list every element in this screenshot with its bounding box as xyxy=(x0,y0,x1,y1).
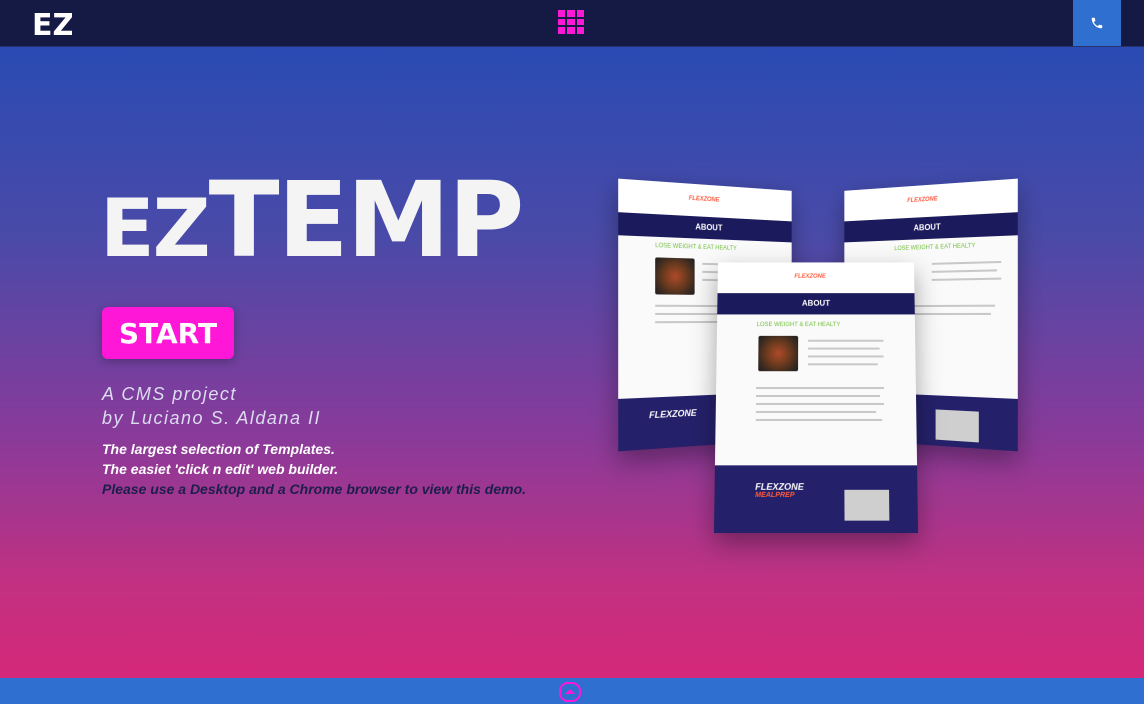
food-image xyxy=(655,257,695,295)
mockup-brand: FLEXZONE xyxy=(907,196,938,205)
tagline-line-2: by Luciano S. Aldana II xyxy=(102,408,321,428)
logo-text: EZ xyxy=(32,8,72,41)
mockup-footer-box xyxy=(844,489,890,521)
top-navbar: EZ xyxy=(0,0,1144,47)
hero-section: EZTEMP START A CMS project by Luciano S.… xyxy=(0,47,1144,678)
mockup-brand: FLEXZONE xyxy=(688,195,720,204)
mockup-headline: LOSE WEIGHT & EAT HEALTY xyxy=(655,242,737,252)
mockup-footer-box xyxy=(935,409,979,443)
mockup-footer-brand: FLEXZONE MEALPREP xyxy=(755,481,804,500)
tagline: A CMS project by Luciano S. Aldana II xyxy=(102,382,321,430)
mockup-card-center: FLEXZONE ABOUT LOSE WEIGHT & EAT HEALTY … xyxy=(713,262,919,534)
mockup-footer-brand: FLEXZONE xyxy=(649,407,697,421)
tagline-line-1: A CMS project xyxy=(102,384,237,404)
scroll-up-button[interactable] xyxy=(558,682,582,702)
ez-logo[interactable]: EZ xyxy=(32,5,74,43)
mockup-section-title: ABOUT xyxy=(717,293,915,315)
phone-icon xyxy=(1091,17,1103,29)
mockup-headline: LOSE WEIGHT & EAT HEALTY xyxy=(756,322,841,329)
chevron-up-icon xyxy=(559,682,581,702)
mockup-brand: FLEXZONE xyxy=(794,273,826,280)
phone-button[interactable] xyxy=(1073,0,1121,46)
template-mockups: FLEXZONE ABOUT LOSE WEIGHT & EAT HEALTY … xyxy=(588,157,1044,557)
mockup-headline: LOSE WEIGHT & EAT HEALTY xyxy=(894,243,976,253)
desc-line-2: The easiet 'click n edit' web builder. xyxy=(102,461,339,477)
desc-line-1: The largest selection of Templates. xyxy=(102,441,335,457)
start-button[interactable]: START xyxy=(102,307,234,359)
browser-note: Please use a Desktop and a Chrome browse… xyxy=(102,481,527,497)
page-title: EZTEMP xyxy=(100,159,524,281)
apps-grid-icon[interactable] xyxy=(558,10,584,34)
description: The largest selection of Templates. The … xyxy=(102,439,526,499)
food-image xyxy=(758,335,799,372)
